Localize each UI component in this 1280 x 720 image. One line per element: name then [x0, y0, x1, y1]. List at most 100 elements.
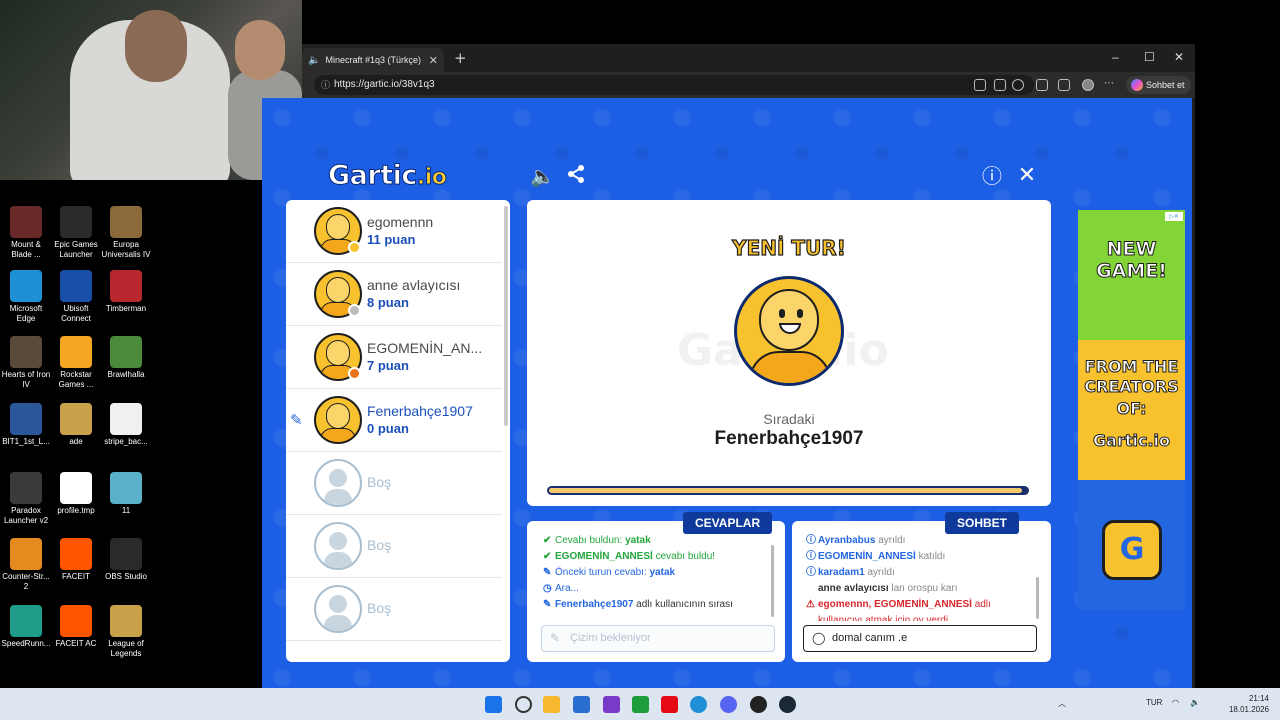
desktop-icon[interactable]: 11 — [100, 472, 152, 516]
message-text: EGOMENİN_ANNESİ — [555, 551, 656, 562]
app-icon — [110, 206, 142, 238]
steam-icon[interactable] — [779, 696, 796, 713]
desktop-icon[interactable]: FACEIT AC — [50, 605, 102, 649]
message-icon: ◷ — [543, 583, 552, 594]
sound-icon[interactable]: 🔈 — [530, 164, 555, 188]
volume-icon[interactable]: 🔈 — [1190, 698, 1200, 707]
favorites-icon[interactable] — [1058, 79, 1070, 91]
desktop-icon-label: BIT1_1st_L... — [2, 437, 50, 446]
desktop-icon[interactable]: stripe_bac... — [100, 403, 152, 447]
desktop-icon[interactable]: BIT1_1st_L... — [0, 403, 52, 447]
minimize-button[interactable]: – — [1112, 50, 1119, 64]
player-row[interactable]: EGOMENİN_AN... 7 puan — [286, 326, 502, 389]
ad-creators: CREATORS — [1084, 377, 1180, 397]
ad-game: GAME! — [1096, 260, 1168, 283]
drawing-area: Gartic.io YENİ TUR! Sıradaki Fenerbahçe1… — [527, 200, 1051, 506]
desktop-icon-label: Counter-Str... 2 — [2, 572, 50, 591]
desktop-icon-label: ade — [69, 437, 83, 446]
wifi-icon[interactable]: ◠ — [1172, 698, 1179, 707]
player-row[interactable]: egomennn 11 puan — [286, 200, 502, 263]
desktop-icon[interactable]: Hearts of Iron IV — [0, 336, 52, 390]
obs-icon[interactable] — [750, 696, 767, 713]
url-field[interactable]: ⓘ https://gartic.io/38v1q3 — [314, 75, 1034, 95]
maximize-button[interactable]: ☐ — [1144, 50, 1155, 64]
desktop-icon[interactable]: Counter-Str... 2 — [0, 538, 52, 592]
chat-panel: SOHBET ⓘ Ayranbabus ayrıldı ⓘ EGOMENİN_ANNE… — [792, 512, 1051, 662]
desktop-icon[interactable]: Timberman — [100, 270, 152, 314]
app-icon — [60, 403, 92, 435]
desktop-icon[interactable]: League of Legends — [100, 605, 152, 659]
ad-of: OF: — [1116, 399, 1147, 419]
new-tab-button[interactable]: + — [454, 49, 467, 67]
player-row[interactable]: ✎ Fenerbahçe1907 0 puan — [286, 389, 502, 452]
app-available-icon[interactable] — [974, 79, 986, 91]
answers-tab[interactable]: CEVAPLAR — [683, 512, 773, 534]
app-icon[interactable] — [603, 696, 620, 713]
desktop-icon[interactable]: Epic Games Launcher — [50, 206, 102, 260]
file-explorer-icon[interactable] — [543, 696, 560, 713]
xbox-icon[interactable] — [632, 696, 649, 713]
desktop-icon[interactable]: Rockstar Games ... — [50, 336, 102, 390]
adchoices-icon[interactable]: ▷✕ — [1165, 212, 1183, 221]
desktop-icon[interactable]: Paradox Launcher v2 — [0, 472, 52, 526]
gartic-page: Gartic.io 🔈 ⓘ ✕ egomennn 11 puan anne avla… — [262, 98, 1192, 688]
next-player-avatar — [734, 276, 844, 386]
more-menu-icon[interactable]: ⋯ — [1104, 79, 1116, 91]
desktop-icon-label: Ubisoft Connect — [61, 304, 91, 323]
player-row[interactable]: anne avlayıcısı 8 puan — [286, 263, 502, 326]
message-text: adlı — [974, 599, 991, 610]
discord-icon[interactable] — [720, 696, 737, 713]
chat-bubble-icon: ◯ — [812, 631, 826, 645]
share-icon[interactable] — [564, 164, 588, 188]
desktop-icon[interactable]: OBS Studio — [100, 538, 152, 582]
desktop-icon[interactable]: ade — [50, 403, 102, 447]
desktop-icon-label: Epic Games Launcher — [54, 240, 98, 259]
chat-scrollbar[interactable] — [1036, 577, 1039, 619]
start-icon[interactable] — [485, 696, 502, 713]
answer-input[interactable]: ✎ Çizim bekleniyor — [541, 625, 775, 652]
browser-tab[interactable]: 🔈 Minecraft #1q3 (Türkçe) - Ga ✕ — [302, 48, 444, 72]
language-indicator[interactable]: TUR — [1146, 698, 1162, 707]
favorite-star-icon[interactable] — [1012, 79, 1024, 91]
desktop-icon[interactable]: Mount & Blade ... — [0, 206, 52, 260]
player-name: Boş — [367, 537, 392, 553]
ad-banner[interactable]: ▷✕ NEW GAME! FROM THE CREATORS OF: Garti… — [1078, 210, 1185, 610]
extensions-icon[interactable] — [1036, 79, 1048, 91]
empty-slot[interactable]: Boş — [286, 578, 502, 641]
close-game-icon[interactable]: ✕ — [1015, 164, 1039, 188]
answers-scrollbar[interactable] — [771, 545, 774, 617]
clock[interactable]: 21:14 18.01.2026 — [1224, 693, 1269, 715]
player-list-scrollbar[interactable] — [504, 206, 508, 426]
player-score: 11 puan — [367, 232, 416, 247]
desktop-icon[interactable]: Ubisoft Connect — [50, 270, 102, 324]
profile-avatar[interactable] — [1082, 79, 1094, 91]
empty-slot[interactable]: Boş — [286, 515, 502, 578]
info-icon[interactable]: ⓘ — [980, 164, 1004, 188]
netflix-icon[interactable] — [661, 696, 678, 713]
desktop-icon[interactable]: profile.tmp — [50, 472, 102, 516]
message-text: adlı kullanıcının sırası — [636, 599, 733, 610]
next-label: Sıradaki — [763, 411, 815, 427]
desktop-icon[interactable]: Europa Universalis IV — [100, 206, 152, 260]
edge-icon[interactable] — [690, 696, 707, 713]
chat-input[interactable]: ◯ domal canım .e — [803, 625, 1037, 652]
desktop-icon[interactable]: FACEIT — [50, 538, 102, 582]
site-info-icon[interactable]: ⓘ — [321, 75, 330, 95]
search-icon[interactable] — [515, 696, 532, 713]
message-icon: ⚠ — [806, 599, 815, 610]
player-score: 8 puan — [367, 295, 409, 310]
tray-overflow-icon[interactable]: ︿ — [1058, 698, 1066, 709]
desktop-icon[interactable]: Microsoft Edge — [0, 270, 52, 324]
chat-tab[interactable]: SOHBET — [945, 512, 1020, 534]
player-name: Boş — [367, 600, 392, 616]
store-icon[interactable] — [573, 696, 590, 713]
desktop-icon[interactable]: SpeedRunn... — [0, 605, 52, 649]
read-aloud-icon[interactable] — [994, 79, 1006, 91]
chat-message: ⓘ EGOMENİN_ANNESİ katıldı — [806, 549, 1038, 565]
close-window-button[interactable]: ✕ — [1174, 50, 1184, 64]
speaker-icon: 🔈 — [308, 54, 321, 66]
copilot-button[interactable]: Sohbet et — [1126, 76, 1191, 94]
tab-close-icon[interactable]: ✕ — [429, 54, 438, 67]
desktop-icon[interactable]: Brawlhalla — [100, 336, 152, 380]
empty-slot[interactable]: Boş — [286, 452, 502, 515]
